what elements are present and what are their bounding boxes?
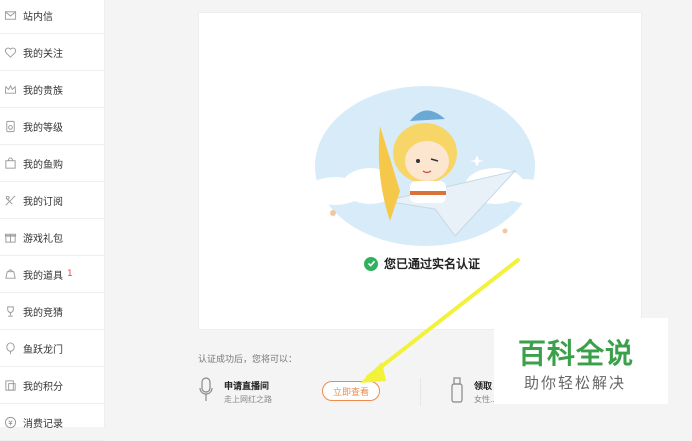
sidebar-item-label: 游戏礼包	[23, 233, 63, 245]
sidebar-item-nobility[interactable]: 我的贵族	[0, 71, 104, 108]
heart-icon	[3, 45, 17, 59]
sidebar-item-label: 我的关注	[23, 48, 63, 60]
sidebar-item-subscriptions[interactable]: 我的订阅	[0, 182, 104, 219]
trophy-icon	[3, 304, 17, 318]
apply-stream-title: 申请直播间	[224, 382, 270, 392]
sidebar-item-points[interactable]: 我的积分	[0, 367, 104, 404]
sidebar-item-label: 我的竞猜	[23, 307, 63, 319]
microphone-icon	[199, 377, 213, 401]
sidebar-item-quiz[interactable]: 我的竞猜	[0, 293, 104, 330]
crown-icon	[3, 82, 17, 96]
receive-title: 领取	[474, 382, 493, 392]
sidebar-item-level[interactable]: 我的等级	[0, 108, 104, 145]
gift-icon	[3, 230, 17, 244]
mail-icon	[3, 8, 17, 22]
watermark-subtext: 助你轻松解决	[524, 374, 627, 392]
sidebar-item-fish-leap[interactable]: 鱼跃龙门	[0, 330, 104, 367]
sidebar-item-label: 我的贵族	[23, 85, 63, 97]
check-circle-icon	[364, 256, 378, 271]
verification-status-text: 您已通过实名认证	[384, 257, 481, 271]
apply-stream-section: 申请直播间 走上网红之路 立即查看	[198, 377, 408, 411]
baike-watermark: 百科全说 助你轻松解决	[494, 318, 668, 404]
apply-stream-subtitle: 走上网红之路	[224, 395, 272, 404]
sidebar-item-label: 我的等级	[23, 122, 63, 134]
medal-icon	[3, 119, 17, 133]
mascot-illustration	[307, 86, 547, 246]
box-icon	[3, 267, 17, 281]
bottle-icon	[451, 377, 463, 403]
sidebar-item-follows[interactable]: 我的关注	[0, 34, 104, 71]
sidebar-item-purchases[interactable]: 我的鱼购	[0, 145, 104, 182]
subscribe-icon	[3, 193, 17, 207]
sidebar-item-label: 我的道具	[23, 270, 63, 282]
verification-card: 您已通过实名认证	[198, 12, 642, 330]
sidebar-item-label: 我的鱼购	[23, 159, 63, 171]
sidebar-item-game-gifts[interactable]: 游戏礼包	[0, 219, 104, 256]
sidebar-item-label: 鱼跃龙门	[23, 344, 63, 356]
watermark-main-text: 百科全说	[518, 337, 635, 370]
sidebar-item-label: 消费记录	[23, 418, 63, 430]
points-icon	[3, 378, 17, 392]
sidebar: 站内信 我的关注 我的贵族 我的等级 我的鱼购 我的订阅 游戏礼包 我的道具 1…	[0, 0, 105, 441]
section-divider	[420, 378, 421, 406]
sidebar-item-spending[interactable]: 消费记录	[0, 404, 104, 441]
sidebar-item-label: 站内信	[23, 11, 53, 23]
view-now-button[interactable]: 立即查看	[322, 381, 380, 401]
after-verification-label: 认证成功后，您将可以：	[198, 355, 298, 365]
sidebar-item-label: 我的积分	[23, 381, 63, 393]
balloon-icon	[3, 341, 17, 355]
props-count-badge: 1	[67, 269, 73, 279]
bag-icon	[3, 156, 17, 170]
verification-status: 您已通过实名认证	[364, 255, 480, 272]
sidebar-item-label: 我的订阅	[23, 196, 63, 208]
sidebar-item-props[interactable]: 我的道具 1	[0, 256, 104, 293]
sidebar-item-messages[interactable]: 站内信	[0, 0, 104, 34]
